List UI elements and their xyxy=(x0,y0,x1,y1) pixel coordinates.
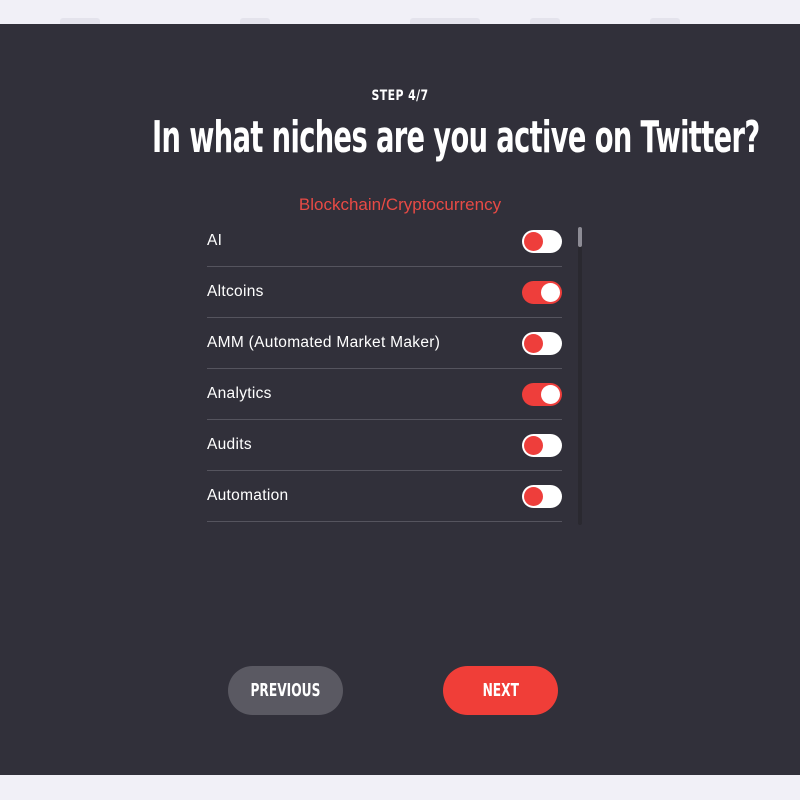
niche-label: AI xyxy=(207,232,223,249)
next-button[interactable]: NEXT xyxy=(443,666,558,715)
niche-row-altcoins: Altcoins xyxy=(207,267,562,318)
previous-button[interactable]: PREVIOUS xyxy=(228,666,343,715)
toggle-knob xyxy=(524,487,543,506)
niche-label: Analytics xyxy=(207,385,272,402)
onboarding-panel: STEP 4/7 In what niches are you active o… xyxy=(0,24,800,775)
toggle-knob xyxy=(541,385,560,404)
bottom-strip xyxy=(0,775,800,800)
niche-label: Altcoins xyxy=(207,283,264,300)
niche-row-ai: AI xyxy=(207,216,562,267)
niche-label: AMM (Automated Market Maker) xyxy=(207,334,441,351)
niche-row-analytics: Analytics xyxy=(207,369,562,420)
scrollbar-track[interactable] xyxy=(578,227,582,525)
niche-toggle-automation[interactable] xyxy=(522,485,562,508)
top-strip xyxy=(0,0,800,24)
previous-button-label: PREVIOUS xyxy=(250,680,321,701)
niche-label: Audits xyxy=(207,436,252,453)
toggle-knob xyxy=(524,232,543,251)
niche-row-amm: AMM (Automated Market Maker) xyxy=(207,318,562,369)
niche-label: Automation xyxy=(207,487,289,504)
niche-toggle-ai[interactable] xyxy=(522,230,562,253)
niche-row-automation: Automation xyxy=(207,471,562,522)
niche-toggle-audits[interactable] xyxy=(522,434,562,457)
niche-row-audits: Audits xyxy=(207,420,562,471)
page-title: In what niches are you active on Twitter… xyxy=(152,112,760,163)
niche-toggle-analytics[interactable] xyxy=(522,383,562,406)
toggle-knob xyxy=(541,283,560,302)
niche-toggle-altcoins[interactable] xyxy=(522,281,562,304)
toggle-knob xyxy=(524,334,543,353)
next-button-label: NEXT xyxy=(482,680,519,701)
scrollbar-thumb[interactable] xyxy=(578,227,582,247)
category-heading: Blockchain/Cryptocurrency xyxy=(298,195,502,214)
niche-list: AI Altcoins AMM (Automated Market Maker)… xyxy=(207,216,562,522)
toggle-knob xyxy=(524,436,543,455)
niche-toggle-amm[interactable] xyxy=(522,332,562,355)
step-indicator: STEP 4/7 xyxy=(371,88,429,104)
